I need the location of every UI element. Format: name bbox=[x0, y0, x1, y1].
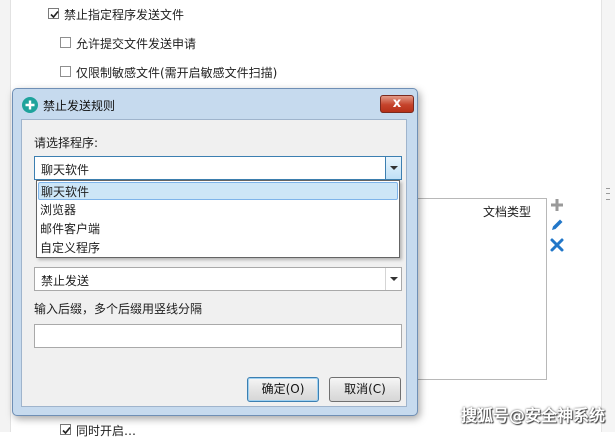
scrollbar-grip[interactable] bbox=[606, 188, 610, 200]
dialog-body: 请选择程序: 聊天软件 禁止发送 输入后缀，多个后缀用竖线分隔 确定(O) 取消… bbox=[21, 119, 407, 407]
program-option-browser[interactable]: 浏览器 bbox=[38, 201, 398, 219]
ok-button[interactable]: 确定(O) bbox=[247, 377, 319, 402]
bottom-option-checkbox[interactable] bbox=[60, 424, 71, 435]
close-icon: x bbox=[392, 96, 402, 111]
program-dropdown-list[interactable]: 聊天软件 浏览器 邮件客户端 自定义程序 bbox=[36, 180, 400, 258]
check-icon bbox=[50, 10, 59, 19]
close-button[interactable]: x bbox=[380, 95, 414, 113]
left-panel-edge bbox=[0, 0, 11, 432]
sensitive-only-label: 仅限制敏感文件(需开启敏感文件扫描) bbox=[76, 66, 278, 80]
action-select-value: 禁止发送 bbox=[41, 274, 90, 288]
cancel-button[interactable]: 取消(C) bbox=[329, 377, 401, 402]
action-select[interactable]: 禁止发送 bbox=[34, 267, 402, 291]
doc-type-column-header: 文档类型 bbox=[483, 205, 532, 219]
block-program-send-label: 禁止指定程序发送文件 bbox=[64, 8, 185, 22]
sensitive-only-checkbox[interactable] bbox=[60, 66, 71, 77]
chevron-down-icon[interactable] bbox=[385, 268, 401, 290]
program-select-value: 聊天软件 bbox=[41, 163, 90, 177]
program-label: 请选择程序: bbox=[34, 136, 99, 150]
allow-send-request-label: 允许提交文件发送申请 bbox=[76, 37, 197, 51]
program-option-custom[interactable]: 自定义程序 bbox=[38, 239, 398, 257]
check-icon bbox=[62, 426, 71, 435]
watermark-text: 搜狐号@安全神系统 bbox=[461, 406, 606, 425]
app-shield-icon bbox=[22, 97, 38, 113]
delete-icon[interactable] bbox=[549, 237, 565, 253]
block-program-send-checkbox[interactable] bbox=[48, 8, 59, 19]
program-option-chat[interactable]: 聊天软件 bbox=[38, 182, 398, 200]
program-select[interactable]: 聊天软件 bbox=[34, 156, 402, 180]
bottom-option-label: 同时开启… bbox=[76, 424, 137, 438]
suffix-input[interactable] bbox=[34, 324, 402, 348]
add-icon[interactable] bbox=[549, 197, 565, 213]
suffix-label: 输入后缀，多个后缀用竖线分隔 bbox=[34, 302, 203, 316]
allow-send-request-checkbox[interactable] bbox=[60, 37, 71, 48]
edit-icon[interactable] bbox=[549, 217, 565, 233]
page-scrollbar[interactable] bbox=[601, 0, 615, 432]
dialog-title: 禁止发送规则 bbox=[43, 99, 116, 113]
chevron-down-icon[interactable] bbox=[385, 157, 401, 179]
program-option-mail[interactable]: 邮件客户端 bbox=[38, 220, 398, 238]
